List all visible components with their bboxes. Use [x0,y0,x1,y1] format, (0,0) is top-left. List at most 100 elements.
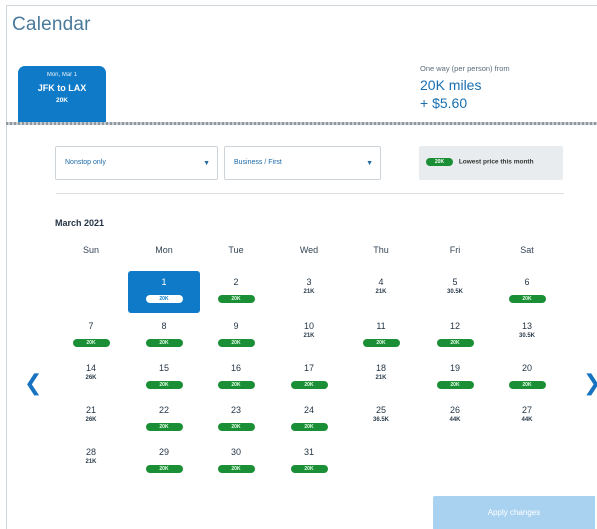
caret-down-icon: ▼ [203,160,210,167]
day-price: 21K [303,289,315,295]
calendar-day[interactable]: 31 20K [273,441,345,483]
calendar-day[interactable]: 17 20K [273,357,345,399]
lowest-price-pill: 20K [290,381,328,389]
day-number: 8 [161,321,167,331]
legend-pill: 20K [426,158,453,166]
lowest-price-pill: 20K [145,465,183,473]
calendar-day[interactable]: 18 21K [345,357,417,399]
calendar-day[interactable]: 19 20K [419,357,491,399]
day-price: 26K [85,417,97,423]
day-number: 1 [161,277,167,287]
day-price: 21K [303,333,315,339]
calendar-day[interactable]: 11 20K [345,315,417,357]
day-number: 19 [449,363,460,373]
day-number: 15 [158,363,169,373]
calendar-day[interactable]: 26 44K [419,399,491,441]
apply-changes-button[interactable]: Apply changes [433,496,595,529]
calendar-day[interactable]: 4 21K [345,271,417,313]
calendar-day[interactable]: 5 30.5K [419,271,491,313]
day-number: 3 [306,277,312,287]
calendar-day[interactable]: 9 20K [200,315,272,357]
legend-text: Lowest price this month [458,158,534,166]
stops-select-value: Nonstop only [65,159,106,166]
chevron-right-icon[interactable]: ❯ [583,370,597,396]
day-number: 18 [375,363,386,373]
calendar-day[interactable]: 1 20K [128,271,200,313]
page-title: Calendar [12,14,91,35]
cabin-select-value: Business / First [234,159,282,166]
day-price: 26K [85,375,97,381]
calendar-day[interactable]: 24 20K [273,399,345,441]
calendar-day[interactable]: 29 20K [128,441,200,483]
fare-summary: One way (per person) from 20K miles + $5… [420,64,510,111]
lowest-price-pill: 20K [145,339,183,347]
calendar-day[interactable]: 20 20K [491,357,563,399]
weekday-label: Mon [155,245,173,255]
day-number: 25 [375,405,386,415]
day-price: 21K [375,289,387,295]
lowest-price-pill: 20K [217,381,255,389]
day-number: 16 [230,363,241,373]
calendar-day[interactable]: 6 20K [491,271,563,313]
day-number: 24 [303,405,314,415]
cabin-select[interactable]: Business / First ▼ [224,146,381,180]
day-number: 29 [158,447,169,457]
chevron-left-icon[interactable]: ❮ [24,370,42,396]
lowest-price-pill: 20K [72,339,110,347]
fare-miles: 20K miles [420,77,482,93]
day-number: 14 [85,363,96,373]
day-number: 12 [449,321,460,331]
calendar-day[interactable]: 21 26K [55,399,127,441]
calendar-day[interactable]: 25 36.5K [345,399,417,441]
calendar-day[interactable]: 15 20K [128,357,200,399]
lowest-price-pill: 20K [145,423,183,431]
fare-label: One way (per person) from [420,64,510,73]
calendar-day[interactable]: 23 20K [200,399,272,441]
lowest-price-pill: 20K [217,295,255,303]
calendar-day[interactable]: 30 20K [200,441,272,483]
day-price: 21K [375,375,387,381]
calendar-day[interactable]: 14 26K [55,357,127,399]
stops-select[interactable]: Nonstop only ▼ [55,146,218,180]
calendar-day[interactable]: 10 21K [273,315,345,357]
day-number: 4 [378,277,384,287]
lowest-price-pill: 20K [217,423,255,431]
day-number: 22 [158,405,169,415]
calendar-day[interactable]: 28 21K [55,441,127,483]
fare-tax: + $5.60 [420,95,468,111]
tab-miles: 20K [56,97,68,104]
lowest-price-pill: 20K [508,295,546,303]
weekday-label: Fri [449,245,461,255]
lowest-price-pill: 20K [290,423,328,431]
divider [56,193,564,194]
day-number: 31 [303,447,314,457]
weekday-label: Sat [520,245,534,255]
calendar-day[interactable]: 3 21K [273,271,345,313]
date-tab-selected[interactable]: Mon, Mar 1 JFK to LAX 20K [18,66,106,122]
day-number: 9 [233,321,239,331]
day-number: 13 [521,321,532,331]
lowest-price-pill: 20K [436,339,474,347]
calendar-day[interactable]: 2 20K [200,271,272,313]
calendar-day[interactable]: 16 20K [200,357,272,399]
calendar-day[interactable]: 7 20K [55,315,127,357]
lowest-price-pill: 20K [145,295,183,303]
day-number: 2 [233,277,239,287]
calendar-day[interactable]: 27 44K [491,399,563,441]
day-price: 30.5K [446,289,463,295]
calendar-day[interactable]: 13 30.5K [491,315,563,357]
month-title: March 2021 [55,218,105,228]
day-price: 36.5K [372,417,389,423]
day-number: 7 [88,321,94,331]
day-price: 21K [85,459,97,465]
calendar-day[interactable]: 8 20K [128,315,200,357]
lowest-price-pill: 20K [362,339,400,347]
tab-date: Mon, Mar 1 [46,72,78,78]
calendar-day[interactable]: 22 20K [128,399,200,441]
day-number: 30 [230,447,241,457]
day-number: 10 [303,321,314,331]
calendar-day[interactable]: 12 20K [419,315,491,357]
caret-down-icon: ▼ [366,160,373,167]
day-number: 20 [521,363,532,373]
lowest-price-pill: 20K [436,381,474,389]
